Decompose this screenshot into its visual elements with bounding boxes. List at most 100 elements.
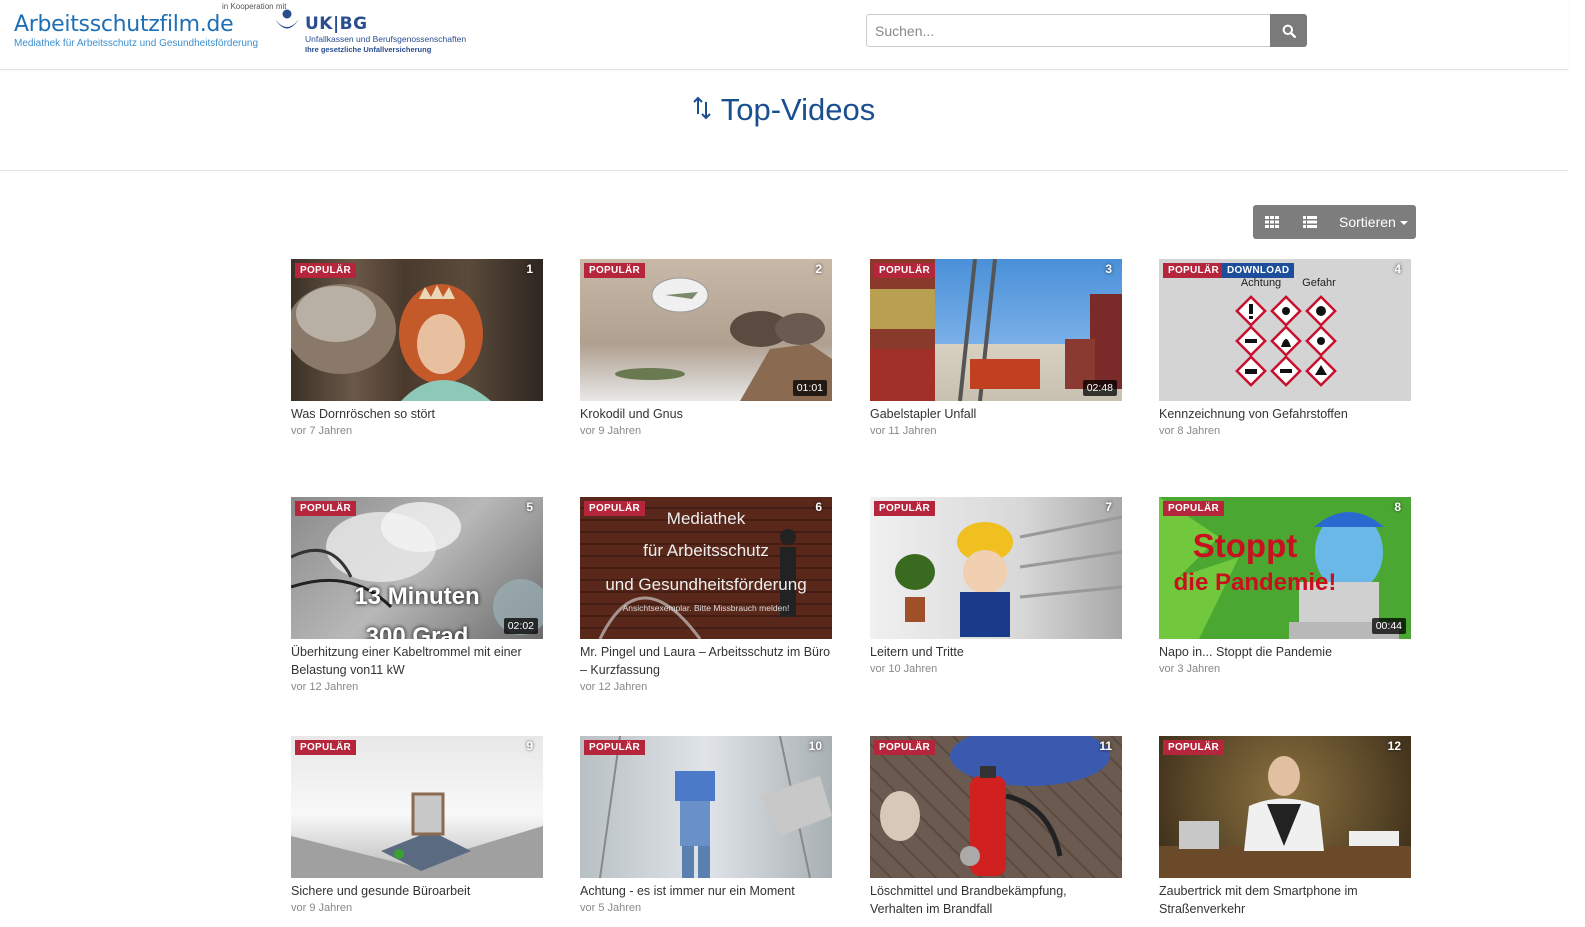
video-thumbnail[interactable]: POPULÄR 7 [870, 497, 1122, 639]
video-card[interactable]: POPULÄR 3 02:48 Gabelstapler Unfall vor … [870, 259, 1122, 438]
thumbnail-image [599, 736, 832, 878]
video-age: vor 5 Jahren [580, 902, 642, 914]
thumbnail-caption: Stoppt [1192, 527, 1298, 564]
popular-badge: POPULÄR [874, 501, 935, 516]
rank-number: 5 [526, 500, 533, 514]
video-title[interactable]: Gabelstapler Unfall [870, 405, 1122, 423]
rank-number: 1 [526, 262, 533, 276]
video-card[interactable]: Achtung Gefahr POPULÄR DOWNLOAD 4 Kennze… [1159, 259, 1411, 438]
rank-number: 2 [815, 262, 822, 276]
thumbnail-image [895, 515, 1122, 637]
video-age: vor 3 Jahren [1159, 663, 1221, 675]
partner-line-1: Unfallkassen und Berufsgenossenschaften [305, 34, 467, 44]
popular-badge: POPULÄR [295, 263, 356, 278]
rank-number: 3 [1105, 262, 1112, 276]
site-header: Arbeitsschutzfilm.de Mediathek für Arbei… [0, 0, 1568, 70]
ukbg-logo-icon [275, 9, 299, 29]
video-title[interactable]: Achtung - es ist immer nur ein Moment [580, 882, 832, 900]
search-button[interactable] [1270, 14, 1307, 47]
video-title[interactable]: Zaubertrick mit dem Smartphone im Straße… [1159, 882, 1411, 918]
partner-logo[interactable]: UK|BG Unfallkassen und Berufsgenossensch… [272, 8, 472, 58]
popular-badge: POPULÄR [874, 263, 935, 278]
list-view-icon [1303, 216, 1317, 228]
video-card[interactable]: Stoppt die Pandemie! POPULÄR 8 00:44 Nap… [1159, 497, 1411, 676]
video-title[interactable]: Leitern und Tritte [870, 643, 1122, 661]
video-title[interactable]: Sichere und gesunde Büroarbeit [291, 882, 543, 900]
video-title[interactable]: Napo in... Stoppt die Pandemie [1159, 643, 1411, 661]
video-duration: 02:02 [503, 618, 538, 634]
video-card[interactable]: POPULÄR 7 Leitern und Tritte vor 10 Jahr… [870, 497, 1122, 676]
search-icon [1282, 24, 1296, 38]
caret-down-icon [1399, 221, 1408, 225]
video-thumbnail[interactable]: POPULÄR 10 [580, 736, 832, 878]
video-title[interactable]: Was Dornröschen so stört [291, 405, 543, 423]
popular-badge: POPULÄR [1163, 740, 1224, 755]
thumbnail-image [1159, 756, 1411, 878]
video-title[interactable]: Mr. Pingel und Laura – Arbeitsschutz im … [580, 643, 832, 679]
video-card[interactable]: 13 Minuten 300 Grad POPULÄR 5 02:02 Über… [291, 497, 543, 694]
sort-label: Sortieren [1339, 214, 1396, 230]
popular-badge: POPULÄR [584, 263, 645, 278]
video-thumbnail[interactable]: Stoppt die Pandemie! POPULÄR 8 00:44 [1159, 497, 1411, 639]
video-title[interactable]: Überhitzung einer Kabeltrommel mit einer… [291, 643, 543, 679]
grid-view-button[interactable] [1253, 205, 1291, 239]
video-thumbnail[interactable]: POPULÄR 1 [291, 259, 543, 401]
popular-badge: POPULÄR [1163, 263, 1224, 278]
rank-number: 12 [1387, 739, 1401, 753]
thumbnail-caption: 13 Minuten [354, 583, 480, 610]
sort-dropdown[interactable]: Sortieren [1329, 214, 1408, 230]
video-card[interactable]: POPULÄR 9 Sichere und gesunde Büroarbeit… [291, 736, 543, 915]
thumbnail-image [291, 284, 491, 401]
video-age: vor 7 Jahren [291, 425, 353, 437]
video-thumbnail[interactable]: Mediathek für Arbeitsschutz und Gesundhe… [580, 497, 832, 639]
page-title: Top-Videos [0, 92, 1568, 128]
video-card[interactable]: POPULÄR 10 Achtung - es ist immer nur ei… [580, 736, 832, 915]
list-view-button[interactable] [1291, 205, 1329, 239]
video-card[interactable]: POPULÄR 12 Zaubertrick mit dem Smartphon… [1159, 736, 1411, 919]
video-card[interactable]: POPULÄR 1 Was Dornröschen so stört vor 7… [291, 259, 543, 438]
video-age: vor 11 Jahren [870, 425, 937, 437]
rank-number: 10 [808, 739, 822, 753]
video-thumbnail[interactable]: POPULÄR 2 01:01 [580, 259, 832, 401]
video-age: vor 9 Jahren [580, 425, 642, 437]
video-thumbnail[interactable]: POPULÄR 9 [291, 736, 543, 878]
rank-number: 8 [1394, 500, 1401, 514]
video-thumbnail[interactable]: Achtung Gefahr POPULÄR DOWNLOAD 4 [1159, 259, 1411, 401]
popular-badge: POPULÄR [295, 740, 356, 755]
video-title[interactable]: Krokodil und Gnus [580, 405, 832, 423]
video-thumbnail[interactable]: POPULÄR 3 02:48 [870, 259, 1122, 401]
video-thumbnail[interactable]: POPULÄR 11 [870, 736, 1122, 878]
video-thumbnail[interactable]: 13 Minuten 300 Grad POPULÄR 5 02:02 [291, 497, 543, 639]
video-thumbnail[interactable]: POPULÄR 12 [1159, 736, 1411, 878]
video-title[interactable]: Kennzeichnung von Gefahrstoffen [1159, 405, 1411, 423]
thumbnail-caption: die Pandemie! [1173, 569, 1337, 596]
video-card[interactable]: Mediathek für Arbeitsschutz und Gesundhe… [580, 497, 832, 694]
hazard-symbols-image [1235, 295, 1337, 387]
popular-badge: POPULÄR [1163, 501, 1224, 516]
popular-badge: POPULÄR [584, 501, 645, 516]
video-card[interactable]: POPULÄR 2 01:01 Krokodil und Gnus vor 9 … [580, 259, 832, 438]
rank-number: 4 [1394, 262, 1401, 276]
rank-number: 6 [815, 500, 822, 514]
partner-name: UK|BG [305, 14, 368, 34]
thumbnail-caption: und Gesundheitsförderung [605, 575, 807, 594]
video-duration: 00:44 [1371, 618, 1406, 634]
site-logo[interactable]: Arbeitsschutzfilm.de Mediathek für Arbei… [14, 12, 258, 50]
page-title-text: Top-Videos [720, 92, 876, 127]
sort-arrows-icon [693, 96, 711, 120]
video-card[interactable]: POPULÄR 11 Löschmittel und Brandbekämpfu… [870, 736, 1122, 919]
title-band: Top-Videos [0, 70, 1568, 171]
video-title[interactable]: Löschmittel und Brandbekämpfung, Verhalt… [870, 882, 1122, 918]
thumbnail-image [291, 792, 543, 878]
video-duration: 02:48 [1082, 380, 1117, 396]
video-age: vor 10 Jahren [870, 663, 938, 675]
brand-subtitle: Mediathek für Arbeitsschutz und Gesundhe… [14, 38, 259, 49]
brand-title: Arbeitsschutzfilm.de [14, 12, 234, 37]
popular-badge: POPULÄR [295, 501, 356, 516]
video-age: vor 9 Jahren [291, 902, 353, 914]
view-toolbar: Sortieren [1253, 205, 1416, 239]
popular-badge: POPULÄR [584, 740, 645, 755]
search-input[interactable] [866, 14, 1270, 47]
thumbnail-caption: Ansichtsexemplar. Bitte Missbrauch melde… [622, 603, 790, 613]
thumbnail-image [880, 736, 1110, 876]
